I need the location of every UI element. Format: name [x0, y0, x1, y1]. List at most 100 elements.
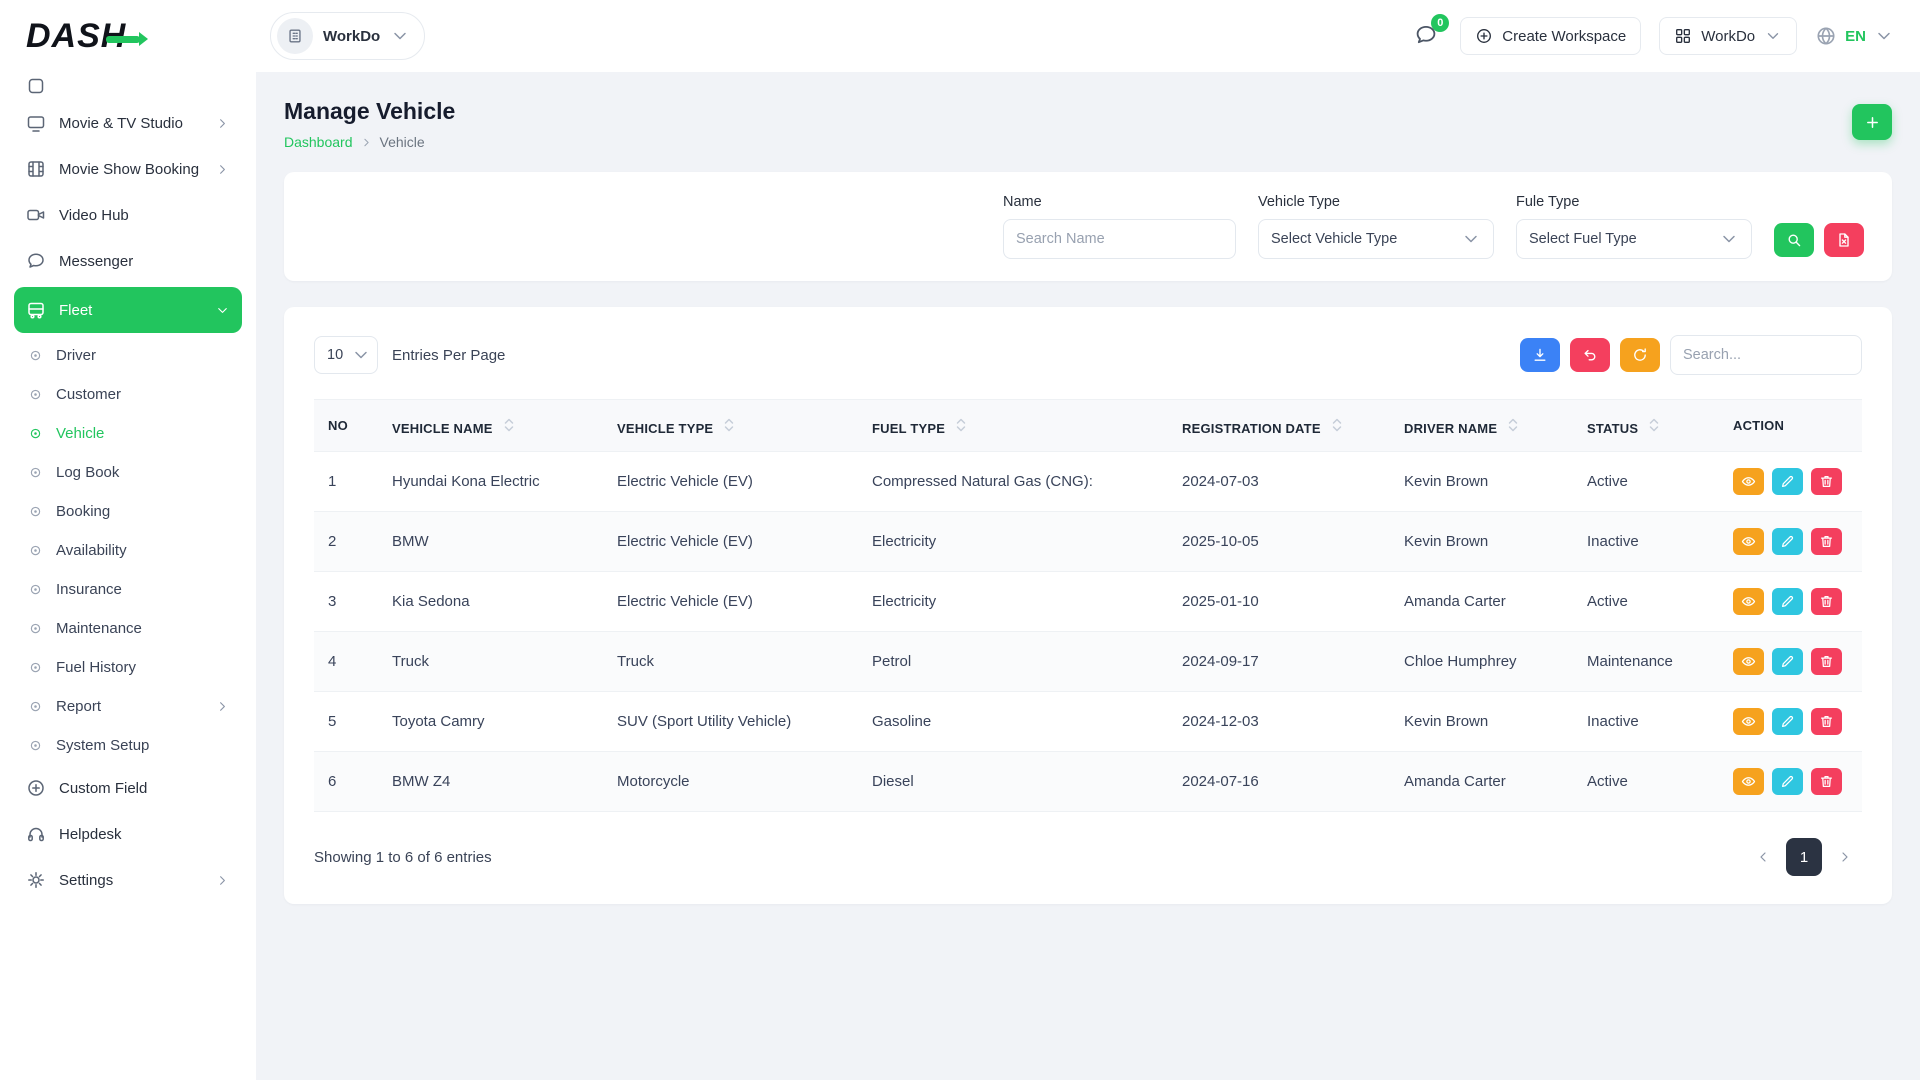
- sidebar-item-report[interactable]: Report: [14, 687, 242, 726]
- column-header-registration-date[interactable]: REGISTRATION DATE: [1168, 400, 1390, 452]
- view-button[interactable]: [1733, 648, 1764, 675]
- column-header-vehicle-type[interactable]: VEHICLE TYPE: [603, 400, 858, 452]
- view-button[interactable]: [1733, 708, 1764, 735]
- delete-button[interactable]: [1811, 648, 1842, 675]
- sidebar-item-settings[interactable]: Settings: [14, 857, 242, 903]
- sidebar-item-vehicle[interactable]: Vehicle: [14, 414, 242, 453]
- table-header-row: NO VEHICLE NAME VEHICLE TYPE FUEL TYPE R…: [314, 400, 1862, 452]
- sidebar-item-movie-tv-studio[interactable]: Movie & TV Studio: [14, 100, 242, 146]
- cell-fuel-type: Diesel: [858, 752, 1168, 812]
- filter-search-button[interactable]: [1774, 223, 1814, 257]
- edit-button[interactable]: [1772, 468, 1803, 495]
- trash-icon: [1819, 654, 1834, 669]
- view-button[interactable]: [1733, 768, 1764, 795]
- name-filter-group: Name: [1003, 194, 1236, 259]
- delete-button[interactable]: [1811, 468, 1842, 495]
- sidebar-item-availability[interactable]: Availability: [14, 531, 242, 570]
- grid-icon: [1674, 27, 1692, 45]
- cell-vehicle-name: BMW: [378, 512, 603, 572]
- edit-button[interactable]: [1772, 588, 1803, 615]
- sort-icon: [1503, 415, 1523, 435]
- sidebar-item-movie-show-booking[interactable]: Movie Show Booking: [14, 146, 242, 192]
- next-page-button[interactable]: [1828, 839, 1862, 875]
- cell-registration-date: 2024-12-03: [1168, 692, 1390, 752]
- edit-button[interactable]: [1772, 528, 1803, 555]
- sidebar-item-custom-field[interactable]: Custom Field: [14, 765, 242, 811]
- view-button[interactable]: [1733, 468, 1764, 495]
- undo-arrow-icon: [1582, 347, 1598, 363]
- vehicle-type-select[interactable]: Select Vehicle Type: [1258, 219, 1494, 259]
- file-x-icon: [1836, 232, 1852, 248]
- eye-icon: [1741, 594, 1756, 609]
- sidebar-item-booking[interactable]: Booking: [14, 492, 242, 531]
- table-search-input[interactable]: [1670, 335, 1862, 375]
- export-button[interactable]: [1520, 338, 1560, 372]
- pagination: 1: [1746, 838, 1862, 876]
- view-button[interactable]: [1733, 588, 1764, 615]
- sidebar-item-driver[interactable]: Driver: [14, 336, 242, 375]
- edit-button[interactable]: [1772, 648, 1803, 675]
- column-header-driver-name[interactable]: DRIVER NAME: [1390, 400, 1573, 452]
- trash-icon: [1819, 534, 1834, 549]
- sort-icon: [719, 415, 739, 435]
- sidebar-item-fleet[interactable]: Fleet: [14, 287, 242, 333]
- language-selector[interactable]: EN: [1815, 25, 1894, 47]
- filter-reset-button[interactable]: [1824, 223, 1864, 257]
- sidebar-item-customer[interactable]: Customer: [14, 375, 242, 414]
- workdo-menu-button[interactable]: WorkDo: [1659, 17, 1797, 55]
- circle-dot-icon: [28, 660, 43, 675]
- pencil-icon: [1780, 474, 1795, 489]
- sidebar-item-log-book[interactable]: Log Book: [14, 453, 242, 492]
- entries-per-page-select[interactable]: 10: [314, 336, 378, 374]
- cell-status: Active: [1573, 572, 1719, 632]
- delete-button[interactable]: [1811, 708, 1842, 735]
- delete-button[interactable]: [1811, 528, 1842, 555]
- circle-dot-icon: [28, 621, 43, 636]
- sidebar-item-messenger[interactable]: Messenger: [14, 238, 242, 284]
- messages-button[interactable]: 0: [1410, 19, 1442, 54]
- create-workspace-button[interactable]: Create Workspace: [1460, 17, 1641, 55]
- sidebar-item-label: Report: [56, 698, 101, 715]
- logo[interactable]: DASH: [26, 17, 240, 56]
- undo-button[interactable]: [1570, 338, 1610, 372]
- view-button[interactable]: [1733, 528, 1764, 555]
- globe-icon: [1815, 25, 1837, 47]
- delete-button[interactable]: [1811, 588, 1842, 615]
- refresh-button[interactable]: [1620, 338, 1660, 372]
- prev-page-button[interactable]: [1746, 839, 1780, 875]
- page-1-button[interactable]: 1: [1786, 838, 1822, 876]
- column-header-status[interactable]: STATUS: [1573, 400, 1719, 452]
- fuel-type-filter-group: Fule Type Select Fuel Type: [1516, 194, 1752, 259]
- sidebar-item-helpdesk[interactable]: Helpdesk: [14, 811, 242, 857]
- sidebar-item-label: Messenger: [59, 253, 133, 270]
- sidebar-item-system-setup[interactable]: System Setup: [14, 726, 242, 765]
- fuel-type-select[interactable]: Select Fuel Type: [1516, 219, 1752, 259]
- edit-button[interactable]: [1772, 768, 1803, 795]
- sidebar-item-fuel-history[interactable]: Fuel History: [14, 648, 242, 687]
- plus-icon: [1864, 114, 1881, 131]
- sidebar-item-label: Log Book: [56, 464, 119, 481]
- sidebar-item-partial[interactable]: [14, 74, 242, 100]
- cell-registration-date: 2024-07-03: [1168, 452, 1390, 512]
- row-actions: [1733, 528, 1848, 555]
- circle-plus-icon: [26, 778, 46, 798]
- sidebar-item-video-hub[interactable]: Video Hub: [14, 192, 242, 238]
- column-header-vehicle-name[interactable]: VEHICLE NAME: [378, 400, 603, 452]
- trash-icon: [1819, 594, 1834, 609]
- column-header-fuel-type[interactable]: FUEL TYPE: [858, 400, 1168, 452]
- name-search-input[interactable]: [1003, 219, 1236, 259]
- add-vehicle-button[interactable]: [1852, 104, 1892, 140]
- sidebar-item-label: System Setup: [56, 737, 149, 754]
- sidebar-item-insurance[interactable]: Insurance: [14, 570, 242, 609]
- workspace-selector[interactable]: WorkDo: [270, 12, 425, 60]
- cell-driver-name: Chloe Humphrey: [1390, 632, 1573, 692]
- cell-no: 3: [314, 572, 378, 632]
- pencil-icon: [1780, 774, 1795, 789]
- sidebar-item-maintenance[interactable]: Maintenance: [14, 609, 242, 648]
- breadcrumb-dashboard-link[interactable]: Dashboard: [284, 134, 353, 150]
- edit-button[interactable]: [1772, 708, 1803, 735]
- chevron-right-icon: [215, 162, 230, 177]
- header-actions: 0 Create Workspace WorkDo EN: [1410, 17, 1894, 55]
- cell-vehicle-name: Hyundai Kona Electric: [378, 452, 603, 512]
- delete-button[interactable]: [1811, 768, 1842, 795]
